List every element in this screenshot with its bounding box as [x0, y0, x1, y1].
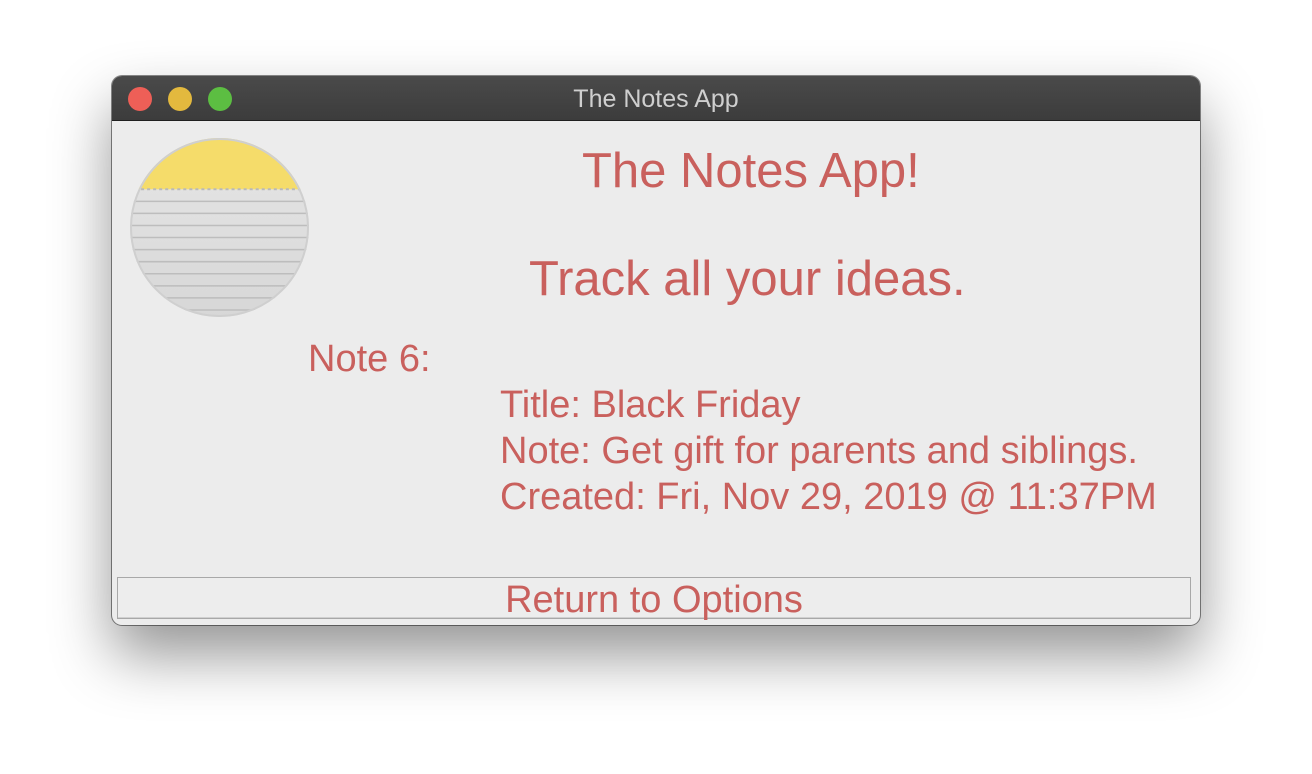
- main-content: The Notes App! Track all your ideas. Not…: [112, 121, 1200, 625]
- app-tagline: Track all your ideas.: [529, 252, 966, 306]
- title-bar[interactable]: The Notes App: [112, 76, 1200, 121]
- note-title-text: Title: Black Friday: [500, 384, 801, 426]
- window-title: The Notes App: [573, 85, 739, 113]
- note-created-text: Created: Fri, Nov 29, 2019 @ 11:37PM: [500, 476, 1157, 518]
- return-to-options-button[interactable]: Return to Options: [117, 577, 1191, 621]
- app-heading: The Notes App!: [582, 144, 920, 198]
- app-window: The Notes App The Notes App! Track all y…: [112, 76, 1200, 625]
- note-number-label: Note 6:: [308, 338, 431, 380]
- note-body-text: Note: Get gift for parents and siblings.: [500, 430, 1138, 472]
- notes-app-icon: [130, 138, 309, 317]
